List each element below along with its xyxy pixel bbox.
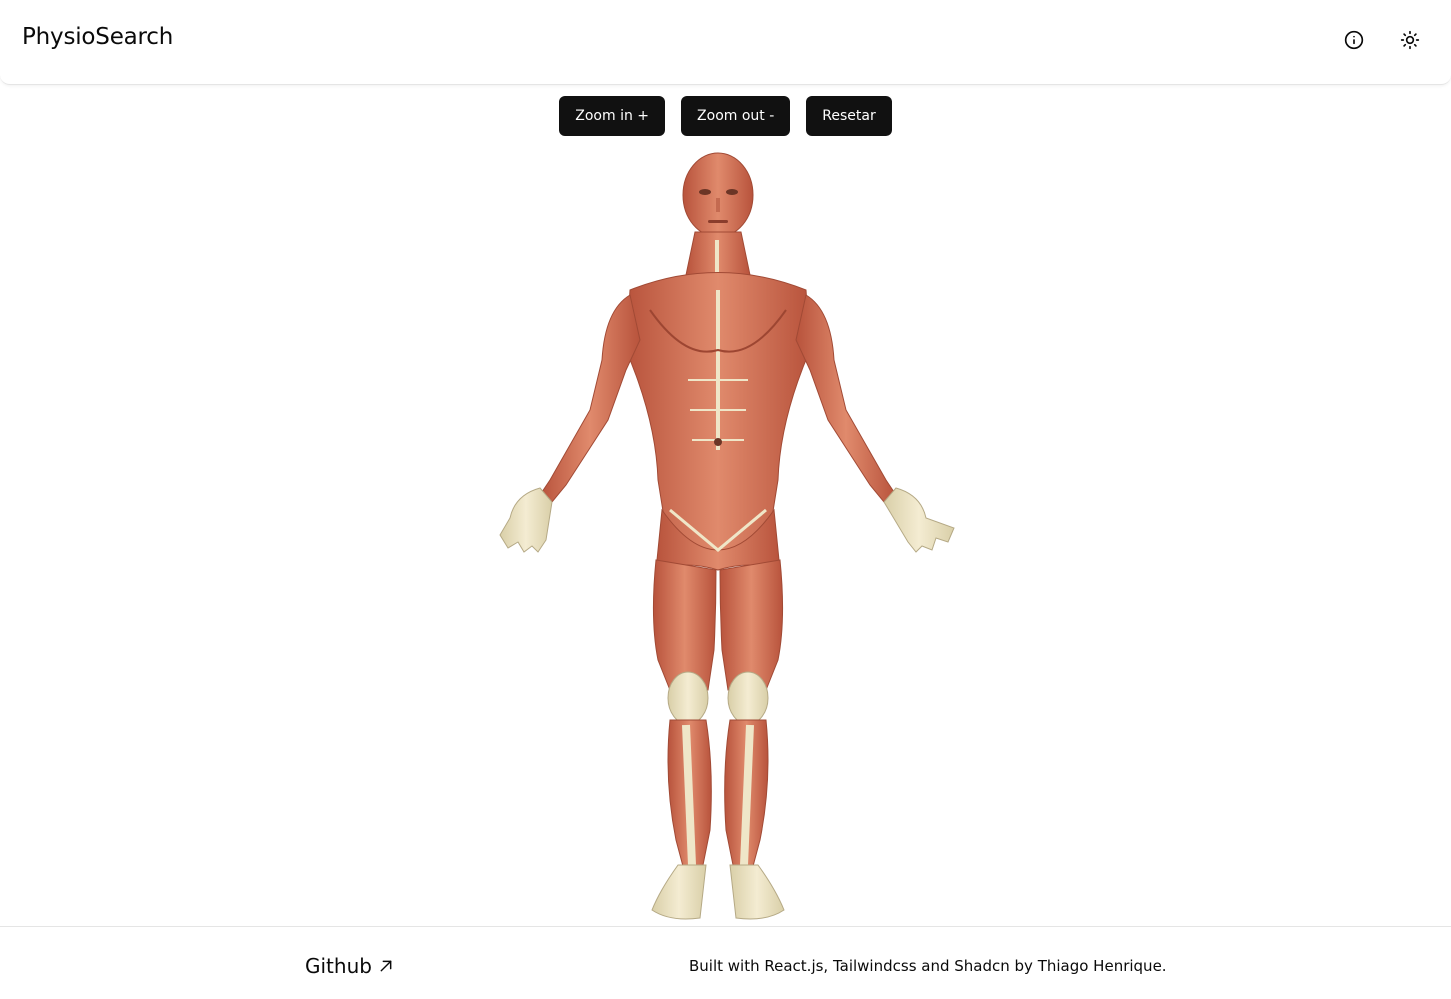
reset-button[interactable]: Resetar [806,96,892,136]
left-foot [651,864,707,920]
info-button[interactable] [1336,22,1372,58]
arrow-up-right-icon [380,960,392,972]
left-knee [667,671,709,725]
anatomy-figure[interactable] [480,150,972,925]
right-foot [729,864,785,920]
credits-text: Built with React.js, Tailwindcss and Sha… [689,957,1167,975]
info-icon [1344,30,1364,50]
zoom-in-button[interactable]: Zoom in + [559,96,666,136]
left-hand [499,487,553,553]
theme-toggle-button[interactable] [1392,22,1428,58]
head [682,152,754,238]
app-footer: Github Built with React.js, Tailwindcss … [0,926,1451,999]
right-knee [727,671,769,725]
github-link[interactable]: Github [305,954,394,978]
sun-icon [1400,30,1420,50]
right-hand [883,487,955,553]
github-label: Github [305,954,372,978]
app-header: PhysioSearch [0,0,1451,85]
right-arm [795,294,897,503]
zoom-out-button[interactable]: Zoom out - [681,96,791,136]
right-thigh [719,559,784,691]
app-title: PhysioSearch [22,24,174,50]
left-arm [539,294,641,503]
zoom-toolbar: Zoom in + Zoom out - Resetar [0,96,1451,136]
left-thigh [652,559,717,691]
human-muscle-anatomy-figure[interactable] [480,150,972,925]
